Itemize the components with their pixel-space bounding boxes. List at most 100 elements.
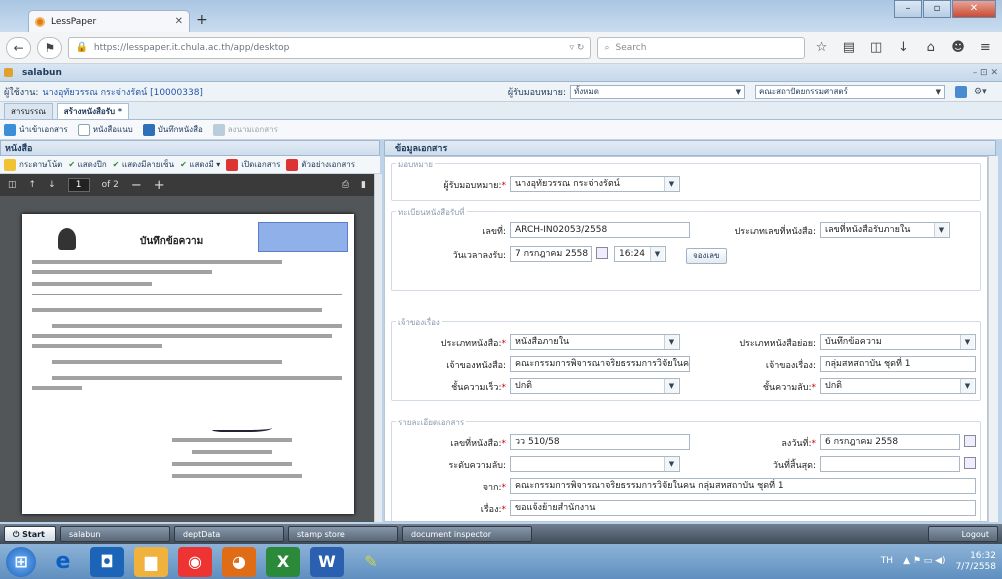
taskbar-item-salabun[interactable]: salabun <box>60 526 170 542</box>
attachment-button[interactable]: หนังสือแนบ <box>77 123 133 136</box>
minimize-button[interactable]: – <box>894 0 922 18</box>
chrome-icon[interactable]: ◉ <box>178 546 212 577</box>
story-owner-input[interactable]: กลุ่มสหสถาบัน ชุดที่ 1 <box>820 356 976 372</box>
folder-icon[interactable]: ▆ <box>134 546 168 577</box>
browser-tab[interactable]: LessPaper ✕ <box>28 10 190 32</box>
calendar-icon[interactable] <box>964 435 976 447</box>
next-page-icon[interactable]: ↓ <box>48 180 56 190</box>
subtype-label: ประเภทหนังสือย่อย: <box>739 339 816 349</box>
calendar-icon[interactable] <box>596 247 608 259</box>
assignee-select[interactable]: นางอุทัยวรรณ กระจ่างรัตน์ ▼ <box>510 176 680 192</box>
org-select[interactable]: คณะสถาปัตยกรรมศาสตร์ ▼ <box>755 84 945 99</box>
from-input[interactable]: คณะกรรมการพิจารณาจริยธรรมการวิจัยในคน กล… <box>510 478 976 494</box>
library-icon[interactable]: ▤ <box>838 40 859 55</box>
clock-time: 16:32 <box>970 550 996 561</box>
type-no-select[interactable]: เลขที่หนังสือรับภายใน ▼ <box>820 222 950 238</box>
maximize-button[interactable]: ▫ <box>923 0 951 18</box>
pdf-viewer[interactable]: บันทึกข้อความ <box>0 196 374 522</box>
detail-section: รายละเอียดเอกสาร เลขที่หนังสือ:* วว 510/… <box>391 416 981 521</box>
no-input[interactable]: ARCH-IN02053/2558 <box>510 222 690 238</box>
reload-icon[interactable]: ▿ ↻ <box>570 43 585 53</box>
back-button[interactable]: ← <box>6 36 32 59</box>
subtype-select[interactable]: บันทึกข้อความ ▼ <box>820 334 976 350</box>
tab-saraban[interactable]: สารบรรณ <box>4 102 53 119</box>
sidebar-toggle-icon[interactable]: ◫ <box>8 180 17 190</box>
windows-start-icon[interactable]: ⊞ <box>6 546 36 577</box>
dated-label-text: ลงวันที่: <box>781 439 812 449</box>
search-input[interactable]: ⌕ Search <box>597 36 805 59</box>
home-icon[interactable]: ⌂ <box>920 40 941 55</box>
taskbar-item-deptdata[interactable]: deptData <box>174 526 284 542</box>
new-tab-button[interactable]: + <box>196 12 208 28</box>
sign-button[interactable]: ลงนามเอกสาร <box>212 123 278 136</box>
app-window-controls[interactable]: – ⊡ ✕ <box>973 68 998 78</box>
urgency-select[interactable]: ปกติ ▼ <box>510 378 680 394</box>
seclevel-select[interactable]: ▼ <box>510 456 680 472</box>
reserve-number-button[interactable]: จองเลข <box>686 248 727 264</box>
excel-icon[interactable]: X <box>266 546 300 577</box>
taskbar-item-inspector[interactable]: document inspector <box>402 526 532 542</box>
note-button[interactable]: กระดาษโน้ต <box>4 158 62 171</box>
time-input[interactable]: 16:24 ▼ <box>614 246 666 262</box>
zoom-in-icon[interactable]: + <box>154 178 165 193</box>
save-label: บันทึกหนังสือ <box>157 125 203 134</box>
identity-icon[interactable]: ⚑ <box>37 36 63 59</box>
show-signature-button[interactable]: ✔ แสดงมีลายเซ็น <box>113 158 174 171</box>
close-tab-icon[interactable]: ✕ <box>175 16 183 27</box>
org-select-value: คณะสถาปัตยกรรมศาสตร์ <box>759 87 848 96</box>
zoom-out-icon[interactable]: − <box>131 178 142 193</box>
owner-section-title: เจ้าของเรื่อง <box>396 316 442 329</box>
clock[interactable]: 16:32 7/7/2558 <box>956 551 996 573</box>
bookmark-star-icon[interactable]: ☆ <box>811 40 832 55</box>
start-button[interactable]: ⏻ Start <box>4 526 56 542</box>
pocket-icon[interactable]: ◫ <box>866 40 887 55</box>
calendar-icon[interactable] <box>964 457 976 469</box>
open-document-button[interactable]: เปิดเอกสาร <box>226 158 280 171</box>
assign-select[interactable]: ทั้งหมด ▼ <box>570 84 745 99</box>
show-more-button[interactable]: ✔ แสดงมี ▾ <box>180 158 220 171</box>
paint-icon[interactable]: ✎ <box>354 547 388 577</box>
subject-input[interactable]: ขอแจ้งย้ายสำนักงาน <box>510 500 976 516</box>
firefox-icon[interactable]: ◕ <box>222 546 256 577</box>
save-button[interactable]: บันทึกหนังสือ <box>142 123 203 136</box>
left-scrollbar[interactable] <box>374 174 382 522</box>
close-window-button[interactable]: ✕ <box>952 0 996 18</box>
type-no-value: เลขที่หนังสือรับภายใน <box>825 225 911 235</box>
ie-icon[interactable]: e <box>46 547 80 577</box>
download-icon[interactable]: ▮ <box>361 180 366 190</box>
secret-value: ปกติ <box>825 381 843 391</box>
tray-icons[interactable]: ▲ ⚑ ▭ ◀) <box>903 556 946 567</box>
urgency-label: ชั้นความเร็ว:* <box>451 383 506 393</box>
app-blue-icon[interactable]: ◘ <box>90 546 124 577</box>
start-label: Start <box>22 530 45 539</box>
download-icon[interactable]: ↓ <box>893 40 914 55</box>
doctype-select[interactable]: หนังสือภายใน ▼ <box>510 334 680 350</box>
owner-input[interactable]: คณะกรรมการพิจารณาจริยธรรมการวิจัยในคน <box>510 356 690 372</box>
preview-document-button[interactable]: ตัวอย่างเอกสาร <box>286 158 355 171</box>
menu-icon[interactable]: ≡ <box>975 40 996 55</box>
logout-button[interactable]: Logout <box>928 526 998 542</box>
sync-icon[interactable]: ☻ <box>947 40 968 55</box>
import-document-button[interactable]: นำเข้าเอกสาร <box>4 123 68 136</box>
show-pages-button[interactable]: ✔ แสดงปีก <box>68 158 106 171</box>
url-bar[interactable]: 🔒 https://lesspaper.it.chula.ac.th/app/d… <box>68 36 592 59</box>
help-icon[interactable] <box>955 85 967 98</box>
settings-icon[interactable]: ⚙▾ <box>974 87 998 97</box>
word-icon[interactable]: W <box>310 546 344 577</box>
page-total: of 2 <box>101 180 119 190</box>
prev-page-icon[interactable]: ↑ <box>29 180 37 190</box>
secret-select[interactable]: ปกติ ▼ <box>820 378 976 394</box>
doc-heading: บันทึกข้อความ <box>140 236 204 247</box>
left-panel-toolbar: กระดาษโน้ต ✔ แสดงปีก ✔ แสดงมีลายเซ็น ✔ แ… <box>0 156 380 174</box>
deadline-input[interactable] <box>820 456 960 472</box>
assignee-label-text: ผู้รับมอบหมาย: <box>443 181 502 191</box>
right-scrollbar[interactable] <box>988 156 998 522</box>
docno-input[interactable]: วว 510/58 <box>510 434 690 450</box>
dated-input[interactable]: 6 กรกฎาคม 2558 <box>820 434 960 450</box>
tab-create-incoming[interactable]: สร้างหนังสือรับ * <box>56 102 130 119</box>
page-number-input[interactable]: 1 <box>67 178 90 192</box>
date-input[interactable]: 7 กรกฎาคม 2558 <box>510 246 592 262</box>
print-icon[interactable]: ⎙ <box>342 180 349 190</box>
taskbar-item-stamp-store[interactable]: stamp store <box>288 526 398 542</box>
language-indicator[interactable]: TH <box>881 556 893 567</box>
